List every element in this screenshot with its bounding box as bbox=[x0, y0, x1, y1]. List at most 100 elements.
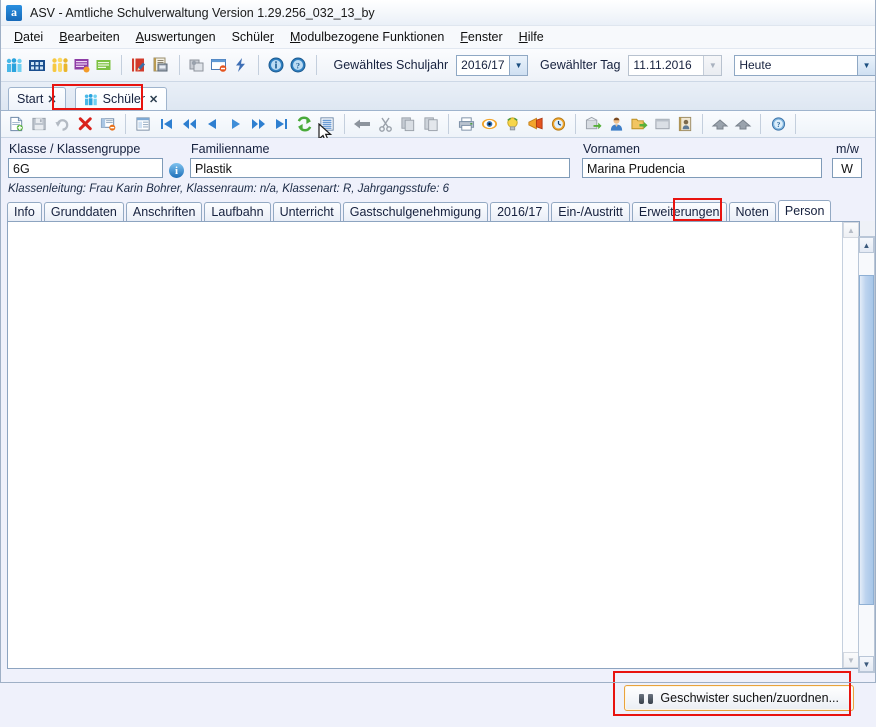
first-record-icon[interactable] bbox=[155, 113, 177, 135]
cut-icon[interactable] bbox=[374, 113, 396, 135]
user-icon[interactable] bbox=[605, 113, 627, 135]
tab-gastschulgenehmigung[interactable]: Gastschulgenehmigung bbox=[342, 202, 489, 221]
firstname-label: Vornamen bbox=[583, 142, 640, 156]
period-combobox[interactable]: Heute ▼ bbox=[734, 54, 876, 76]
report-purple-icon[interactable] bbox=[72, 54, 92, 76]
selected-day-combobox[interactable]: 11.11.2016 ▼ bbox=[628, 54, 723, 76]
persons-icon[interactable] bbox=[49, 54, 69, 76]
new-record-icon[interactable] bbox=[5, 113, 27, 135]
tab-person[interactable]: Person bbox=[777, 200, 832, 221]
megaphone-icon[interactable] bbox=[524, 113, 546, 135]
scroll-down-button-window[interactable]: ▼ bbox=[859, 656, 874, 672]
hint-bulb-icon[interactable] bbox=[501, 113, 523, 135]
last-record-icon[interactable] bbox=[270, 113, 292, 135]
tab-schueler-label: Schüler bbox=[102, 92, 146, 106]
tab-info[interactable]: Info bbox=[7, 202, 42, 221]
find-siblings-button[interactable]: Geschwister suchen/zuordnen... bbox=[624, 685, 854, 711]
merge-up-icon[interactable] bbox=[709, 113, 731, 135]
scroll-track-window[interactable] bbox=[859, 253, 874, 656]
menu-bar: Datei Bearbeiten Auswertungen Schüler Mo… bbox=[0, 26, 876, 49]
prev-record-icon[interactable] bbox=[201, 113, 223, 135]
report-lines-icon[interactable] bbox=[316, 113, 338, 135]
tab-schueler[interactable]: Schüler ✕ bbox=[74, 87, 168, 110]
tab-grunddaten[interactable]: Grunddaten bbox=[43, 202, 124, 221]
list-view-icon[interactable] bbox=[132, 113, 154, 135]
module-gray-icon[interactable] bbox=[186, 54, 206, 76]
help-icon[interactable]: ? bbox=[288, 54, 308, 76]
scroll-track-inner[interactable] bbox=[843, 238, 859, 652]
remove-entry-icon[interactable] bbox=[97, 113, 119, 135]
delete-record-icon[interactable] bbox=[74, 113, 96, 135]
fast-back-icon[interactable] bbox=[178, 113, 200, 135]
undo-revert-icon[interactable] bbox=[51, 113, 73, 135]
period-value: Heute bbox=[739, 58, 772, 72]
info-icon[interactable] bbox=[266, 54, 286, 76]
menu-modulbezogene-funktionen[interactable]: Modulbezogene Funktionen bbox=[282, 28, 452, 46]
toolbar-separator bbox=[575, 114, 576, 134]
class-info-icon[interactable]: i bbox=[169, 163, 184, 178]
window-vertical-scrollbar[interactable]: ▲ ▼ bbox=[858, 236, 875, 673]
clock-icon[interactable] bbox=[547, 113, 569, 135]
toolbar-separator bbox=[344, 114, 345, 134]
back-arrow-icon[interactable] bbox=[351, 113, 373, 135]
book-edit-icon[interactable] bbox=[129, 54, 149, 76]
folder-export-icon[interactable] bbox=[628, 113, 650, 135]
tab-unterricht[interactable]: Unterricht bbox=[272, 202, 341, 221]
lightning-icon[interactable] bbox=[231, 54, 251, 76]
fast-forward-icon[interactable] bbox=[247, 113, 269, 135]
export-icon[interactable] bbox=[582, 113, 604, 135]
toolbar-separator bbox=[258, 55, 260, 75]
menu-bearbeiten[interactable]: Bearbeiten bbox=[51, 28, 127, 46]
chevron-down-icon[interactable]: ▼ bbox=[857, 55, 876, 75]
refresh-icon[interactable] bbox=[293, 113, 315, 135]
school-building-icon[interactable] bbox=[27, 54, 47, 76]
scroll-up-button-inner[interactable]: ▲ bbox=[843, 222, 859, 238]
header-field-row: Klasse / Klassengruppe 6G i Familienname… bbox=[0, 142, 876, 178]
window-block-icon[interactable] bbox=[209, 54, 229, 76]
tab-ein-austritt[interactable]: Ein-/Austritt bbox=[551, 202, 630, 221]
menu-auswertungen[interactable]: Auswertungen bbox=[128, 28, 224, 46]
scroll-thumb-window[interactable] bbox=[859, 275, 874, 605]
paste-icon[interactable] bbox=[420, 113, 442, 135]
chevron-down-icon[interactable]: ▼ bbox=[509, 55, 528, 75]
help-circle-icon[interactable]: ? bbox=[767, 113, 789, 135]
print-list-icon[interactable] bbox=[151, 54, 171, 76]
firstname-input[interactable]: Marina Prudencia bbox=[582, 158, 822, 178]
preview-icon[interactable] bbox=[478, 113, 500, 135]
window-title: ASV - Amtliche Schulverwaltung Version 1… bbox=[30, 5, 375, 20]
close-icon[interactable]: ✕ bbox=[47, 93, 56, 106]
schoolyear-value: 2016/17 bbox=[461, 58, 505, 72]
tab-start[interactable]: Start ✕ bbox=[8, 87, 66, 110]
schoolyear-combobox[interactable]: 2016/17 ▼ bbox=[456, 54, 529, 76]
tab-noten[interactable]: Noten bbox=[728, 202, 776, 221]
save-icon[interactable] bbox=[28, 113, 50, 135]
report-green-icon[interactable] bbox=[94, 54, 114, 76]
address-book-icon[interactable] bbox=[674, 113, 696, 135]
gender-input[interactable]: W bbox=[832, 158, 862, 178]
scroll-up-button-window[interactable]: ▲ bbox=[859, 237, 874, 253]
menu-fenster[interactable]: Fenster bbox=[452, 28, 510, 46]
tab-laufbahn[interactable]: Laufbahn bbox=[204, 202, 271, 221]
scroll-down-button-inner[interactable]: ▼ bbox=[843, 652, 859, 668]
inner-vertical-scrollbar[interactable]: ▲ ▼ bbox=[842, 222, 859, 668]
person-bottom-bar: Geschwister suchen/zuordnen... bbox=[0, 669, 876, 727]
window-gray-icon[interactable] bbox=[651, 113, 673, 135]
menu-datei[interactable]: Datei bbox=[6, 28, 51, 46]
close-icon[interactable]: ✕ bbox=[149, 93, 158, 106]
schoolyear-label: Gewähltes Schuljahr bbox=[333, 58, 449, 72]
copy-icon[interactable] bbox=[397, 113, 419, 135]
tab-schoolyear[interactable]: 2016/17 bbox=[490, 202, 550, 221]
toolbar-separator bbox=[121, 55, 123, 75]
tab-erweiterungen[interactable]: Erweiterungen bbox=[631, 202, 727, 221]
merge-up2-icon[interactable] bbox=[732, 113, 754, 135]
class-input[interactable]: 6G bbox=[8, 158, 163, 178]
menu-schueler[interactable]: Schüler bbox=[224, 28, 282, 46]
menu-hilfe[interactable]: Hilfe bbox=[511, 28, 552, 46]
lastname-input[interactable]: Plastik bbox=[190, 158, 570, 178]
tab-anschriften[interactable]: Anschriften bbox=[125, 202, 203, 221]
chevron-down-icon[interactable]: ▼ bbox=[703, 55, 722, 75]
students-group-icon[interactable] bbox=[5, 54, 25, 76]
next-record-icon[interactable] bbox=[224, 113, 246, 135]
toolbar-separator bbox=[760, 114, 761, 134]
print-icon[interactable] bbox=[455, 113, 477, 135]
